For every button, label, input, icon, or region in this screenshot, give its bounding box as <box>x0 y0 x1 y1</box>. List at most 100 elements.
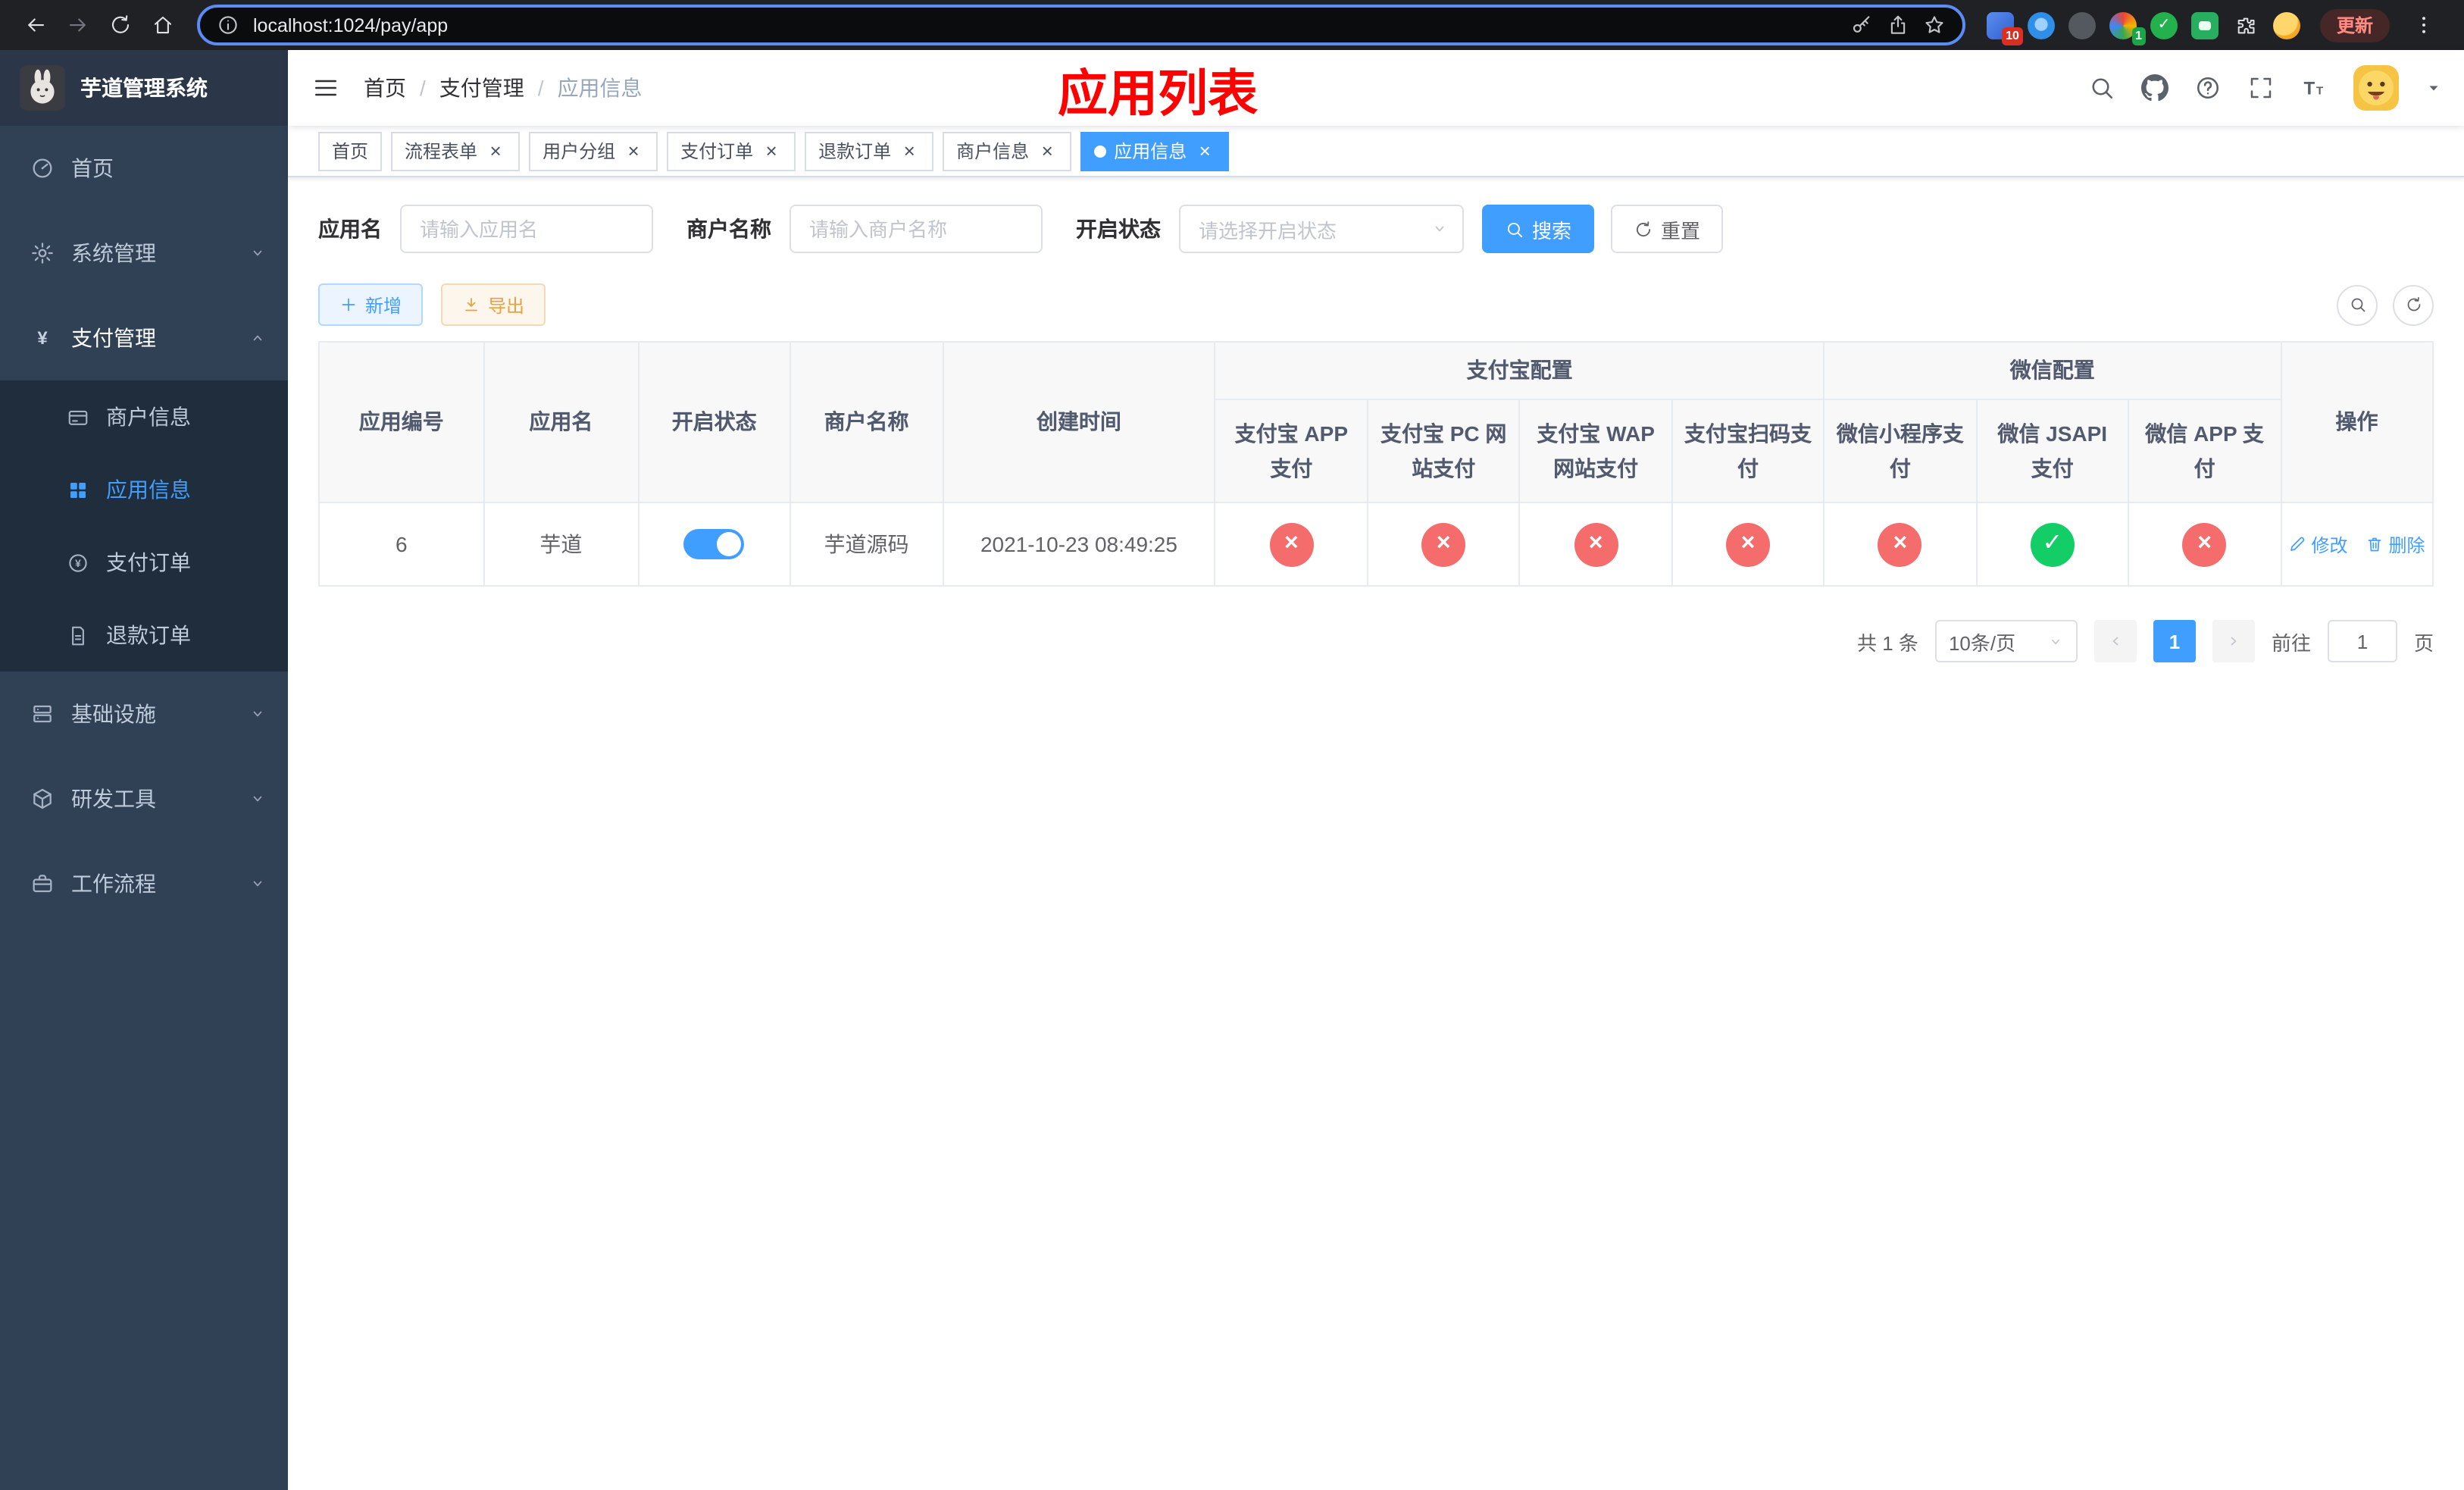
reset-button[interactable]: 重置 <box>1611 205 1724 253</box>
next-page-button[interactable] <box>2212 620 2255 662</box>
tab-process-form[interactable]: 流程表单 × <box>391 131 521 171</box>
trash-icon <box>2366 535 2384 553</box>
page-size-select[interactable]: 10条/页 <box>1934 620 2078 662</box>
cube-icon <box>30 787 55 811</box>
tab-merchant-info[interactable]: 商户信息 × <box>943 131 1072 171</box>
tab-close-icon[interactable]: × <box>1037 140 1058 161</box>
merchant-name-label: 商户名称 <box>686 217 771 241</box>
select-chevron-icon <box>1431 220 1449 238</box>
sidebar-item-merchant-info[interactable]: 商户信息 <box>0 380 288 453</box>
sidebar-item-pay-orders[interactable]: 支付订单 <box>0 526 288 599</box>
pagination: 共 1 条 10条/页 1 前往 页 <box>318 620 2434 662</box>
status-select[interactable]: 请选择开启状态 <box>1179 205 1464 253</box>
password-key-icon[interactable] <box>1850 14 1873 36</box>
sidebar-item-payment[interactable]: 支付管理 <box>0 296 288 380</box>
alipay-qr-status-icon: × <box>1725 522 1770 566</box>
user-menu-caret-icon[interactable] <box>2425 79 2443 97</box>
cell-alipay-pc: × <box>1366 502 1521 587</box>
help-icon[interactable] <box>2194 74 2222 102</box>
breadcrumb: 首页 / 支付管理 / 应用信息 <box>364 73 643 103</box>
toolbar-right <box>2337 284 2434 325</box>
toggle-search-button[interactable] <box>2337 284 2378 325</box>
sidebar-item-refund-orders[interactable]: 退款订单 <box>0 599 288 671</box>
tab-close-icon[interactable]: × <box>899 140 920 161</box>
merchant-name-input[interactable] <box>790 205 1043 253</box>
add-button[interactable]: 新增 <box>318 283 424 326</box>
app-logo[interactable]: 芋道管理系统 <box>0 50 288 126</box>
header-search-icon[interactable] <box>2088 74 2115 102</box>
search-icon <box>1505 219 1524 239</box>
grid-icon <box>67 478 89 501</box>
extension-icon-1[interactable]: 10 <box>1986 11 2023 45</box>
extension-icon-4[interactable]: 1 <box>2109 11 2146 45</box>
tab-app-info[interactable]: 应用信息 × <box>1080 131 1230 171</box>
alipay-wap-status-icon: × <box>1574 522 1618 566</box>
site-info-icon[interactable] <box>217 14 239 36</box>
refresh-table-button[interactable] <box>2393 284 2434 325</box>
chevron-down-icon <box>249 705 267 723</box>
search-button[interactable]: 搜索 <box>1482 205 1595 253</box>
tab-close-icon[interactable]: × <box>1194 140 1215 161</box>
sidebar: 芋道管理系统 首页 系统管理 支付管理 商户信息 应用信息 支付订单 退款订单 … <box>0 50 288 1490</box>
goto-page-input[interactable] <box>2327 620 2397 662</box>
browser-forward-button[interactable] <box>58 5 97 45</box>
card-icon <box>67 405 89 428</box>
col-alipay-pc: 支付宝 PC 网站支付 <box>1366 399 1521 503</box>
sidebar-item-dev-tools[interactable]: 研发工具 <box>0 756 288 841</box>
breadcrumb-home[interactable]: 首页 <box>364 73 406 103</box>
app-name-input[interactable] <box>400 205 653 253</box>
export-button[interactable]: 导出 <box>441 283 546 326</box>
chevron-up-icon <box>249 329 267 347</box>
browser-profile-avatar[interactable] <box>2272 11 2300 39</box>
extension-icon-6[interactable] <box>2190 11 2219 39</box>
refresh-icon <box>2404 296 2422 314</box>
sidebar-toggle-button[interactable] <box>288 50 364 126</box>
select-chevron-icon <box>2047 633 2064 650</box>
breadcrumb-payment[interactable]: 支付管理 <box>439 73 524 103</box>
cell-created: 2021-10-23 08:49:25 <box>942 502 1216 587</box>
tab-user-group[interactable]: 用户分组 × <box>529 131 658 171</box>
cell-alipay-qr: × <box>1671 502 1825 587</box>
document-icon <box>67 624 89 646</box>
extension-icon-2[interactable] <box>2027 11 2055 39</box>
fullscreen-icon[interactable] <box>2247 74 2275 102</box>
chevron-down-icon <box>249 790 267 808</box>
col-created: 创建时间 <box>942 341 1216 503</box>
sidebar-item-app-info[interactable]: 应用信息 <box>0 453 288 526</box>
delete-button[interactable]: 删除 <box>2366 531 2425 557</box>
wechat-jsapi-status-icon: ✓ <box>2030 522 2075 566</box>
browser-back-button[interactable] <box>15 5 55 45</box>
browser-reload-button[interactable] <box>100 5 139 45</box>
status-toggle[interactable] <box>683 529 745 559</box>
sidebar-item-workflow[interactable]: 工作流程 <box>0 841 288 926</box>
browser-home-button[interactable] <box>142 5 182 45</box>
prev-page-button[interactable] <box>2093 620 2137 662</box>
extension-icon-3[interactable] <box>2068 11 2096 39</box>
address-bar[interactable]: localhost:1024/pay/app <box>197 5 1965 45</box>
tab-close-icon[interactable]: × <box>623 140 644 161</box>
extensions-puzzle-icon[interactable] <box>2232 11 2259 39</box>
tab-home[interactable]: 首页 <box>318 131 383 171</box>
github-icon[interactable] <box>2141 74 2169 102</box>
tab-close-icon[interactable]: × <box>761 140 782 161</box>
browser-menu-button[interactable] <box>2403 5 2443 45</box>
col-group-wechat: 微信配置 <box>1823 341 2282 400</box>
sidebar-item-home[interactable]: 首页 <box>0 126 288 211</box>
col-merchant: 商户名称 <box>790 341 944 503</box>
tab-refund-orders[interactable]: 退款订单 × <box>805 131 934 171</box>
page-number-1[interactable]: 1 <box>2153 620 2196 662</box>
tab-close-icon[interactable]: × <box>485 140 506 161</box>
goto-suffix-label: 页 <box>2413 631 2434 654</box>
edit-button[interactable]: 修改 <box>2289 531 2348 557</box>
extension-icon-5[interactable] <box>2150 11 2178 39</box>
user-avatar[interactable] <box>2353 65 2399 111</box>
font-size-icon[interactable] <box>2300 74 2328 102</box>
share-icon[interactable] <box>1887 14 1909 36</box>
sidebar-item-infrastructure[interactable]: 基础设施 <box>0 671 288 756</box>
browser-extensions-area: 10 1 更新 <box>1981 5 2449 45</box>
bookmark-star-icon[interactable] <box>1923 14 1946 36</box>
col-app-id: 应用编号 <box>318 341 485 503</box>
browser-update-button[interactable]: 更新 <box>2319 8 2390 42</box>
tab-pay-orders[interactable]: 支付订单 × <box>667 131 796 171</box>
sidebar-item-system[interactable]: 系统管理 <box>0 211 288 296</box>
